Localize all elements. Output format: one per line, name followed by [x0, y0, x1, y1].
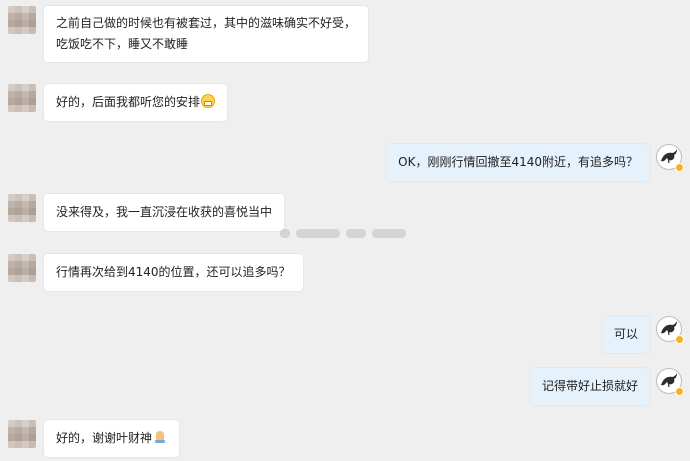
- horse-logo-avatar-icon[interactable]: [656, 368, 684, 396]
- watermark-icon: [346, 229, 366, 238]
- verified-badge-icon: [675, 387, 684, 396]
- message-text: 好的，谢谢叶财神: [56, 431, 153, 445]
- verified-badge-icon: [675, 163, 684, 172]
- message-bubble-incoming[interactable]: 行情再次给到4140的位置，还可以追多吗？: [44, 254, 303, 291]
- watermark: [280, 226, 408, 240]
- watermark-icon: [280, 229, 290, 238]
- watermark-icon: [372, 229, 406, 238]
- message-bubble-incoming[interactable]: 好的，后面我都听您的安排: [44, 84, 228, 121]
- message-bubble-incoming[interactable]: 好的，谢谢叶财神: [44, 420, 180, 457]
- message-bubble-outgoing[interactable]: 可以: [601, 316, 650, 353]
- message-text: 没来得及，我一直沉浸在收获的喜悦当中: [56, 205, 273, 219]
- message-text: OK，刚刚行情回撤至4140附近，有追多吗？: [398, 155, 638, 169]
- contact-avatar[interactable]: [8, 420, 36, 448]
- contact-avatar[interactable]: [8, 84, 36, 112]
- message-text: 好的，后面我都听您的安排: [56, 95, 201, 109]
- message-bubble-outgoing[interactable]: OK，刚刚行情回撤至4140附近，有追多吗？: [386, 144, 650, 181]
- message-bubble-outgoing[interactable]: 记得带好止损就好: [529, 368, 650, 405]
- message-text: 记得带好止损就好: [541, 379, 638, 393]
- message-text: 之前自己做的时候也有被套过，其中的滋味确实不好受，: [56, 16, 357, 30]
- message-text: 行情再次给到4140的位置，还可以追多吗？: [56, 265, 291, 279]
- message-text: 吃饭吃不下，睡又不敢睡: [56, 37, 189, 51]
- horse-logo-avatar-icon[interactable]: [656, 144, 684, 172]
- folded-hands-icon: [153, 431, 167, 443]
- message-bubble-incoming[interactable]: 之前自己做的时候也有被套过，其中的滋味确实不好受， 吃饭吃不下，睡又不敢睡: [44, 6, 369, 62]
- message-text: 可以: [613, 327, 638, 341]
- verified-badge-icon: [675, 335, 684, 344]
- watermark-icon: [296, 229, 340, 238]
- chat-window: 之前自己做的时候也有被套过，其中的滋味确实不好受， 吃饭吃不下，睡又不敢睡 好的…: [0, 0, 690, 461]
- contact-avatar[interactable]: [8, 254, 36, 282]
- message-bubble-incoming[interactable]: 没来得及，我一直沉浸在收获的喜悦当中: [44, 194, 285, 231]
- contact-avatar[interactable]: [8, 194, 36, 222]
- grinning-face-icon: [201, 94, 216, 108]
- contact-avatar[interactable]: [8, 6, 36, 34]
- horse-logo-avatar-icon[interactable]: [656, 316, 684, 344]
